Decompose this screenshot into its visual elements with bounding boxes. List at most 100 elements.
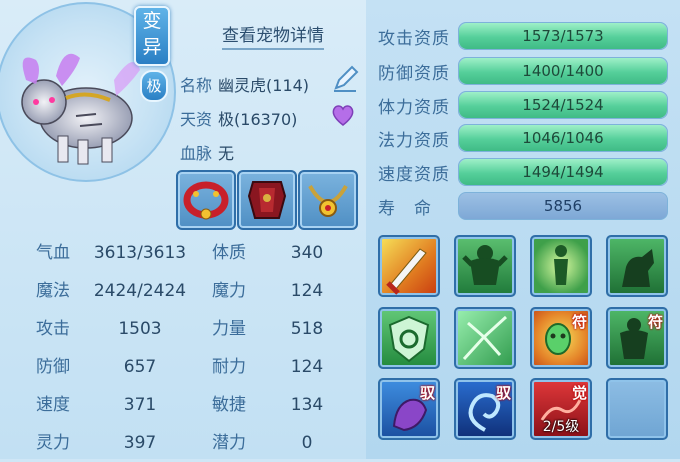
awaken-tag: 觉 bbox=[571, 384, 587, 402]
stat-value: 134 bbox=[290, 395, 324, 415]
skill-rune-mask[interactable]: 符 bbox=[530, 307, 592, 369]
name-label: 名称 bbox=[180, 76, 213, 95]
amulet-equipment-slot[interactable] bbox=[298, 170, 358, 230]
name-row: 名称 幽灵虎(114) bbox=[180, 72, 309, 96]
aptitude-bar-text: 1400/1400 bbox=[522, 62, 604, 80]
aptitude-bar-text: 1573/1573 bbox=[522, 27, 604, 45]
stat-row-defense: 防御 657 耐力 124 bbox=[36, 348, 356, 386]
stat-value: 3613/3613 bbox=[93, 243, 187, 263]
figure-icon bbox=[554, 245, 568, 285]
stat-value: 397 bbox=[123, 433, 157, 453]
skill-sword-strike[interactable] bbox=[378, 235, 440, 297]
stat-row-spirit: 灵力 397 潜力 0 bbox=[36, 424, 356, 462]
heart-icon[interactable] bbox=[330, 102, 356, 128]
red-collar-icon bbox=[183, 181, 229, 220]
shield-icon bbox=[388, 315, 430, 363]
view-pet-details-link[interactable]: 查看宠物详情 bbox=[222, 21, 324, 50]
variant-char-1: 变 bbox=[142, 10, 162, 32]
stat-label: 力量 bbox=[212, 319, 246, 339]
aptitude-bar-label: 法力资质 bbox=[378, 131, 450, 151]
pet-portrait-image[interactable] bbox=[6, 40, 146, 170]
red-armor-icon bbox=[247, 181, 287, 219]
warrior-icon bbox=[622, 249, 654, 287]
collar-equipment-slot[interactable] bbox=[176, 170, 236, 230]
skill-empty-slot[interactable] bbox=[606, 378, 668, 440]
rune-tag: 符 bbox=[647, 313, 663, 331]
aptitude-bar: 1046/1046 bbox=[458, 124, 668, 152]
aptitude-bar-label: 攻击资质 bbox=[378, 29, 450, 49]
aptitude-bar-text: 1524/1524 bbox=[522, 96, 604, 114]
aptitude-bar: 1524/1524 bbox=[458, 91, 668, 119]
mana-aptitude-row: 法力资质 1046/1046 bbox=[378, 124, 668, 152]
rune-tag: 符 bbox=[571, 313, 587, 331]
edit-name-icon[interactable] bbox=[330, 64, 360, 94]
aptitude-bar-label: 体力资质 bbox=[378, 98, 450, 118]
skill-water-spiral[interactable]: 驭 bbox=[454, 378, 516, 440]
bloodline-row: 血脉无 bbox=[180, 140, 234, 164]
stat-value: 2424/2424 bbox=[93, 281, 187, 301]
skill-rune-giant[interactable]: 符 bbox=[606, 307, 668, 369]
sword-icon bbox=[386, 248, 427, 295]
stat-value: 0 bbox=[301, 433, 313, 453]
stat-value: 340 bbox=[290, 243, 324, 263]
stat-label: 耐力 bbox=[212, 357, 246, 377]
variant-badge: 变 异 bbox=[134, 6, 170, 66]
aptitude-label: 天资 bbox=[180, 110, 213, 129]
stat-label: 魔力 bbox=[212, 281, 246, 301]
skill-light-figure[interactable] bbox=[530, 235, 592, 297]
aptitude-bar-label: 防御资质 bbox=[378, 64, 450, 84]
stat-value: 124 bbox=[290, 357, 324, 377]
control-tag: 驭 bbox=[495, 384, 511, 402]
name-value: 幽灵虎(114) bbox=[218, 76, 310, 95]
aptitude-bar: 1400/1400 bbox=[458, 57, 668, 85]
stat-row-attack: 攻击 1503 力量 518 bbox=[36, 310, 356, 348]
lifespan-label: 寿 命 bbox=[378, 199, 432, 219]
aptitude-bar: 1573/1573 bbox=[458, 22, 668, 50]
bloodline-value: 无 bbox=[218, 144, 235, 163]
stat-row-hp: 气血 3613/3613 体质 340 bbox=[36, 234, 356, 272]
stat-label: 攻击 bbox=[36, 319, 70, 339]
aptitude-bar-text: 1494/1494 bbox=[522, 163, 604, 181]
stat-label: 速度 bbox=[36, 395, 70, 415]
stat-label: 潜力 bbox=[212, 433, 246, 453]
aptitude-row: 天资 极(16370) bbox=[180, 106, 297, 130]
skill-horse-warrior[interactable] bbox=[606, 235, 668, 297]
lifespan-bar: 5856 bbox=[458, 192, 668, 220]
grade-badge: 极 bbox=[140, 70, 168, 102]
aptitude-bar: 1494/1494 bbox=[458, 158, 668, 186]
aptitude-bar-label: 速度资质 bbox=[378, 165, 450, 185]
stat-row-speed: 速度 371 敏捷 134 bbox=[36, 386, 356, 424]
speed-aptitude-row: 速度资质 1494/1494 bbox=[378, 158, 668, 186]
control-tag: 驭 bbox=[419, 384, 435, 402]
stat-label: 灵力 bbox=[36, 433, 70, 453]
variant-char-2: 异 bbox=[142, 36, 162, 58]
skill-shatter[interactable] bbox=[454, 307, 516, 369]
skill-roaring-giant[interactable] bbox=[454, 235, 516, 297]
stat-label: 魔法 bbox=[36, 281, 70, 301]
stat-label: 防御 bbox=[36, 357, 70, 377]
armor-equipment-slot[interactable] bbox=[237, 170, 297, 230]
shatter-icon bbox=[462, 315, 508, 361]
lifespan-row: 寿 命 5856 bbox=[378, 192, 668, 220]
giant-icon bbox=[462, 245, 508, 285]
stat-label: 气血 bbox=[36, 243, 70, 263]
stat-value: 657 bbox=[123, 357, 157, 377]
skill-level: 2/5级 bbox=[542, 419, 580, 435]
skill-purple-claw[interactable]: 驭 bbox=[378, 378, 440, 440]
bloodline-label: 血脉 bbox=[180, 144, 213, 163]
stat-value: 124 bbox=[290, 281, 324, 301]
stamina-aptitude-row: 体力资质 1524/1524 bbox=[378, 91, 668, 119]
attack-aptitude-row: 攻击资质 1573/1573 bbox=[378, 22, 668, 50]
skill-awaken[interactable]: 觉 2/5级 bbox=[530, 378, 592, 440]
gold-necklace-icon bbox=[308, 184, 348, 217]
stat-label: 敏捷 bbox=[212, 395, 246, 415]
defense-aptitude-row: 防御资质 1400/1400 bbox=[378, 57, 668, 85]
stat-row-mp: 魔法 2424/2424 魔力 124 bbox=[36, 272, 356, 310]
stat-value: 371 bbox=[123, 395, 157, 415]
lifespan-value: 5856 bbox=[543, 197, 583, 215]
stat-value: 1503 bbox=[118, 319, 162, 339]
skill-shield[interactable] bbox=[378, 307, 440, 369]
stat-value: 518 bbox=[290, 319, 324, 339]
stat-label: 体质 bbox=[212, 243, 246, 263]
aptitude-value: 极(16370) bbox=[218, 110, 298, 129]
